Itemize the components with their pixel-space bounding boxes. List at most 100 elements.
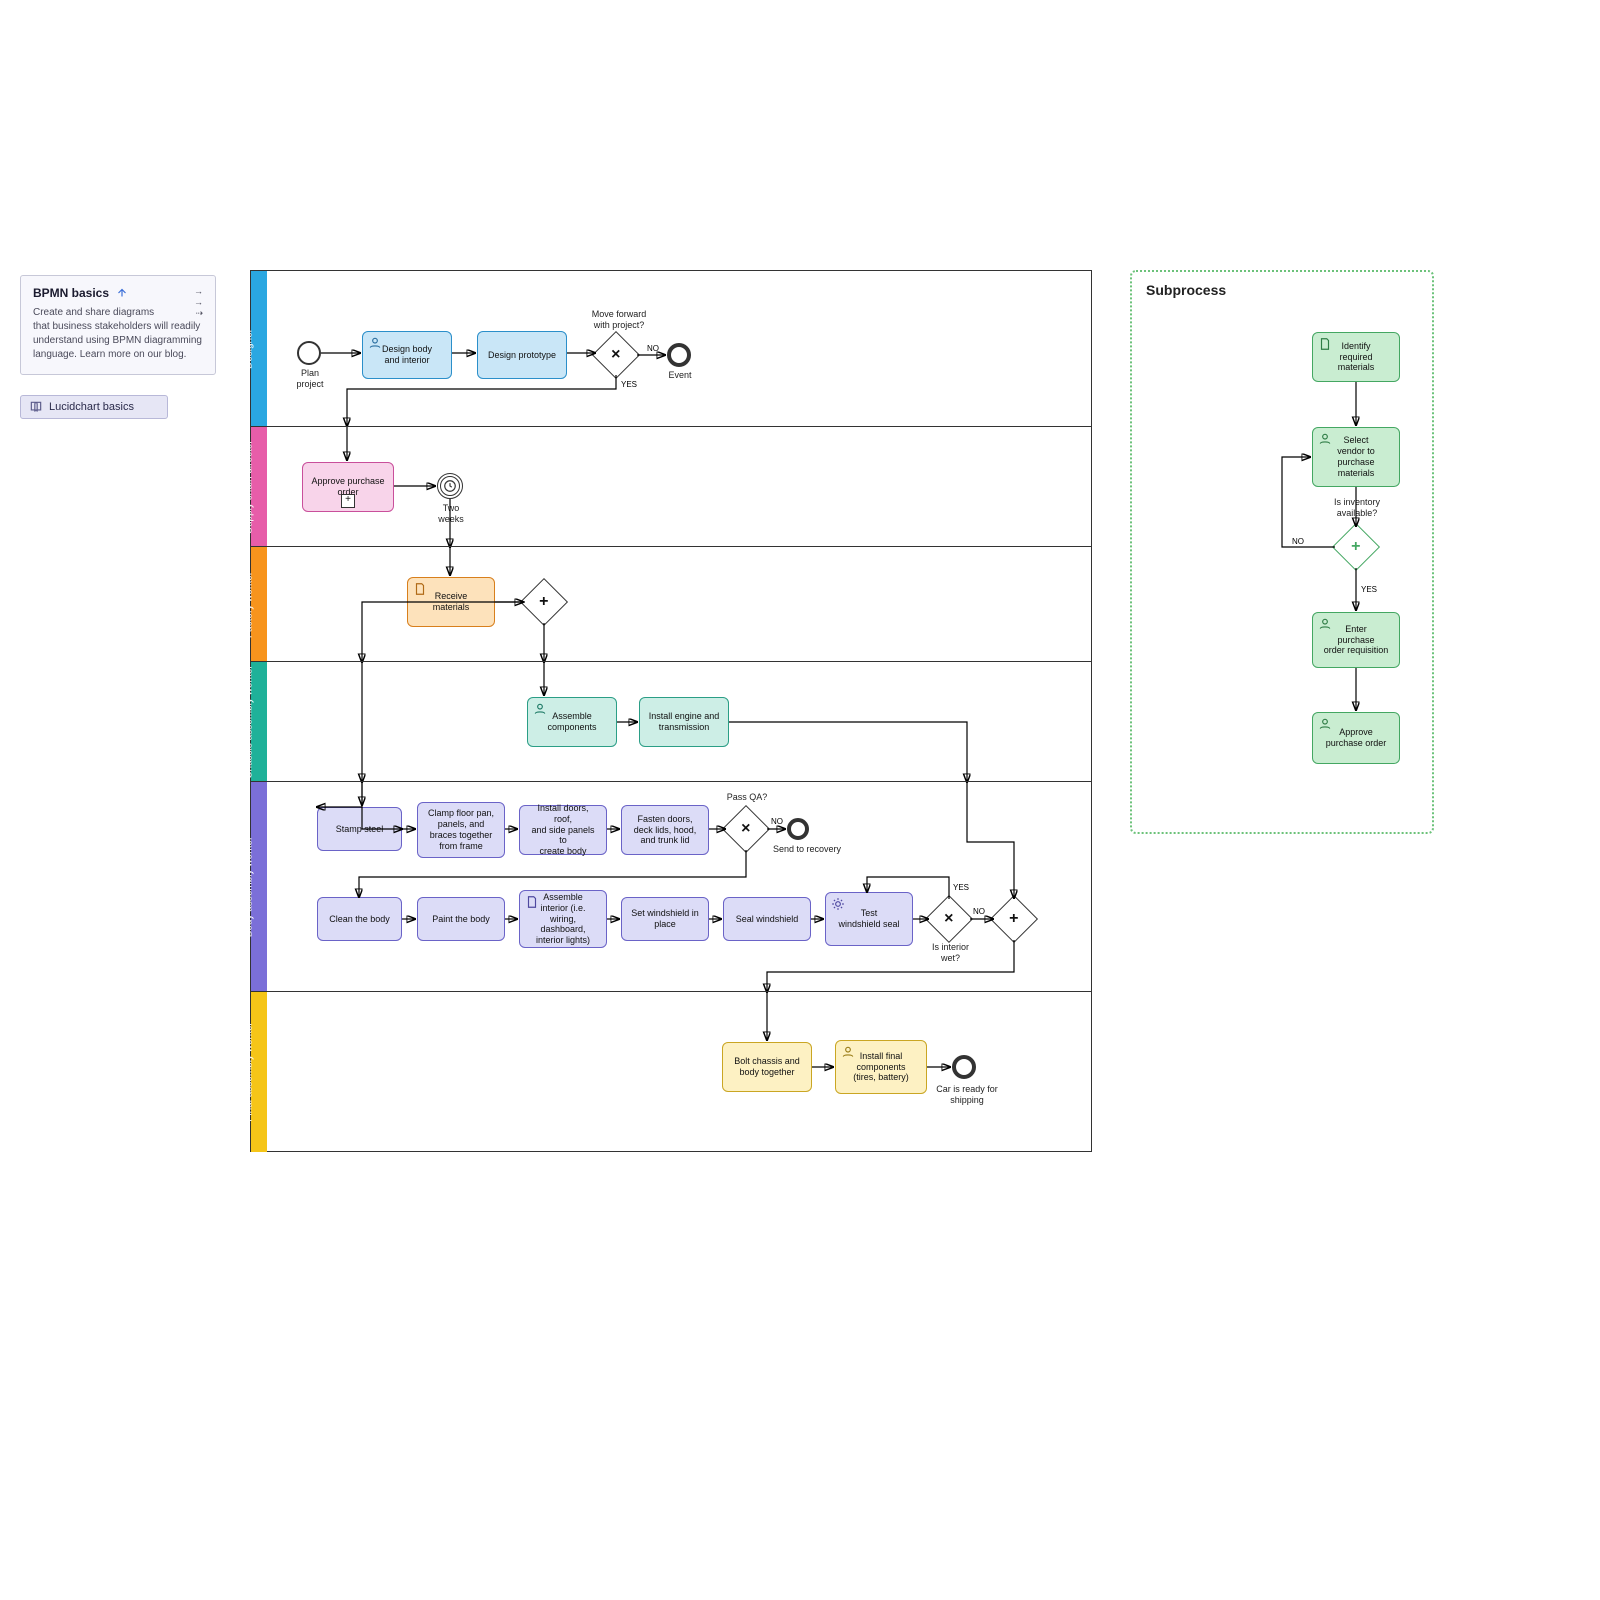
- sub-label-inventory-q: Is inventoryavailable?: [1317, 497, 1397, 519]
- lane-title-chassis: Chassis assembly worker: [244, 665, 255, 778]
- label-ready-ship: Car is ready forshipping: [932, 1084, 1002, 1106]
- lane-designer: Designer Planproject Design bodyand inte…: [251, 271, 1091, 426]
- label-send-recovery: Send to recovery: [767, 844, 847, 855]
- gateway-parallel-join[interactable]: +: [990, 895, 1038, 943]
- task-receive-materials[interactable]: Receivematerials: [407, 577, 495, 627]
- svg-text:YES: YES: [621, 380, 637, 389]
- label-event-end: Event: [665, 370, 695, 381]
- task-assemble-components-label: Assemblecomponents: [547, 711, 596, 733]
- lane-chassis: Chassis assembly worker Assemblecomponen…: [251, 661, 1091, 782]
- task-stamp-steel-label: Stamp steel: [336, 824, 384, 835]
- svg-text:NO: NO: [1292, 537, 1304, 546]
- label-no-qa: NO: [771, 817, 783, 826]
- sub-gateway-inventory[interactable]: +: [1332, 523, 1380, 571]
- note-lucidchart-label: Lucidchart basics: [49, 401, 134, 413]
- subprocess-title: Subprocess: [1146, 282, 1226, 298]
- task-test-windshield[interactable]: Testwindshield seal: [825, 892, 913, 946]
- task-assemble-interior[interactable]: Assembleinterior (i.e.wiring, dashboard,…: [519, 890, 607, 948]
- task-fasten-doors-label: Fasten doors,deck lids, hood,and trunk l…: [634, 814, 697, 846]
- task-fasten-doors[interactable]: Fasten doors,deck lids, hood,and trunk l…: [621, 805, 709, 855]
- svg-text:NO: NO: [647, 344, 659, 353]
- sub-task-enter-por[interactable]: Enterpurchaseorder requisition: [1312, 612, 1400, 668]
- task-clamp-floor[interactable]: Clamp floor pan,panels, andbraces togeth…: [417, 802, 505, 858]
- task-seal-windshield-label: Seal windshield: [736, 914, 799, 925]
- sub-task-enter-por-label: Enterpurchaseorder requisition: [1324, 624, 1389, 656]
- task-approve-po[interactable]: Approve purchaseorder +: [302, 462, 394, 512]
- task-clamp-floor-label: Clamp floor pan,panels, andbraces togeth…: [428, 808, 494, 851]
- label-plan-project: Planproject: [285, 368, 335, 390]
- task-clean-body-label: Clean the body: [329, 914, 390, 925]
- end-event-ready-ship[interactable]: [952, 1055, 976, 1079]
- sub-task-select-vendor[interactable]: Selectvendor topurchasematerials: [1312, 427, 1400, 487]
- subprocess-marker-icon: +: [341, 494, 355, 508]
- timer-event-two-weeks[interactable]: [437, 473, 463, 499]
- start-event-plan-project[interactable]: [297, 341, 321, 365]
- note-bpmn-title: BPMN basics: [33, 286, 109, 300]
- subprocess-container: Subprocess Identifyrequired materials Se…: [1130, 270, 1434, 834]
- share-icon: [115, 286, 129, 300]
- gateway-move-forward[interactable]: ×: [592, 331, 640, 379]
- lane-title-body: Body assembly worker: [244, 837, 255, 938]
- task-design-body-label: Design bodyand interior: [382, 344, 432, 366]
- svg-text:NO: NO: [973, 907, 985, 916]
- user-icon: [533, 702, 547, 716]
- task-seal-windshield[interactable]: Seal windshield: [723, 897, 811, 941]
- sub-task-identify[interactable]: Identifyrequired materials: [1312, 332, 1400, 382]
- task-clean-body[interactable]: Clean the body: [317, 897, 402, 941]
- lane-title-final: Final assembly worker: [244, 1022, 255, 1121]
- lane-final: Final assembly worker Bolt chassis andbo…: [251, 991, 1091, 1152]
- svg-text:YES: YES: [1361, 585, 1377, 594]
- user-icon: [1318, 617, 1332, 631]
- end-event-designer[interactable]: [667, 343, 691, 367]
- task-paint-body[interactable]: Paint the body: [417, 897, 505, 941]
- doc-icon: [1318, 337, 1332, 351]
- task-design-prototype[interactable]: Design prototype: [477, 331, 567, 379]
- task-install-doors-label: Install doors, roof,and side panels tocr…: [528, 803, 598, 857]
- lane-supply-chain: Supply chain director Approve purchaseor…: [251, 426, 1091, 547]
- task-bolt-chassis[interactable]: Bolt chassis andbody together: [722, 1042, 812, 1092]
- label-interior-wet-q: Is interiorwet?: [923, 942, 978, 964]
- sub-task-approve-po-label: Approvepurchase order: [1326, 727, 1387, 749]
- note-arrows-icon: →→⇢: [163, 286, 203, 318]
- task-install-engine[interactable]: Install engine andtransmission: [639, 697, 729, 747]
- task-set-windshield[interactable]: Set windshield inplace: [621, 897, 709, 941]
- gateway-pass-qa[interactable]: ×: [722, 805, 770, 853]
- lane-factory: Factory worker Receivematerials +: [251, 546, 1091, 662]
- sub-task-select-vendor-label: Selectvendor topurchasematerials: [1337, 435, 1375, 478]
- gateway-interior-wet[interactable]: ×: [925, 895, 973, 943]
- lane-title-designer: Designer: [244, 328, 255, 368]
- user-icon: [1318, 717, 1332, 731]
- book-icon: [29, 400, 43, 414]
- lane-title-factory: Factory worker: [244, 571, 255, 637]
- lane-title-supply: Supply chain director: [244, 440, 255, 533]
- note-lucidchart-basics[interactable]: Lucidchart basics: [20, 395, 168, 419]
- task-install-final-label: Install finalcomponents(tires, battery): [853, 1051, 909, 1083]
- user-icon: [841, 1045, 855, 1059]
- sub-task-approve-po[interactable]: Approvepurchase order: [1312, 712, 1400, 764]
- svg-text:YES: YES: [953, 883, 969, 892]
- task-install-final[interactable]: Install finalcomponents(tires, battery): [835, 1040, 927, 1094]
- task-stamp-steel[interactable]: Stamp steel: [317, 807, 402, 851]
- task-install-engine-label: Install engine andtransmission: [649, 711, 720, 733]
- user-icon: [1318, 432, 1332, 446]
- doc-icon: [525, 895, 539, 909]
- task-install-doors[interactable]: Install doors, roof,and side panels tocr…: [519, 805, 607, 855]
- bpmn-pool: Designer Planproject Design bodyand inte…: [250, 270, 1092, 1152]
- gear-icon: [831, 897, 845, 911]
- end-event-recovery[interactable]: [787, 818, 809, 840]
- note-bpmn-basics: →→⇢ BPMN basics Create and share diagram…: [20, 275, 216, 375]
- task-set-windshield-label: Set windshield inplace: [631, 908, 699, 930]
- gateway-parallel-split[interactable]: +: [520, 578, 568, 626]
- task-bolt-chassis-label: Bolt chassis andbody together: [734, 1056, 800, 1078]
- task-design-body[interactable]: Design bodyand interior: [362, 331, 452, 379]
- task-design-prototype-label: Design prototype: [488, 350, 556, 361]
- label-move-forward-q: Move forwardwith project?: [584, 309, 654, 331]
- label-two-weeks: Twoweeks: [432, 503, 470, 525]
- task-paint-body-label: Paint the body: [432, 914, 490, 925]
- task-test-windshield-label: Testwindshield seal: [838, 908, 899, 930]
- clock-icon: [443, 479, 457, 493]
- lane-body: Body assembly worker Stamp steel Clamp f…: [251, 781, 1091, 992]
- doc-icon: [413, 582, 427, 596]
- label-pass-qa-q: Pass QA?: [722, 792, 772, 803]
- task-assemble-components[interactable]: Assemblecomponents: [527, 697, 617, 747]
